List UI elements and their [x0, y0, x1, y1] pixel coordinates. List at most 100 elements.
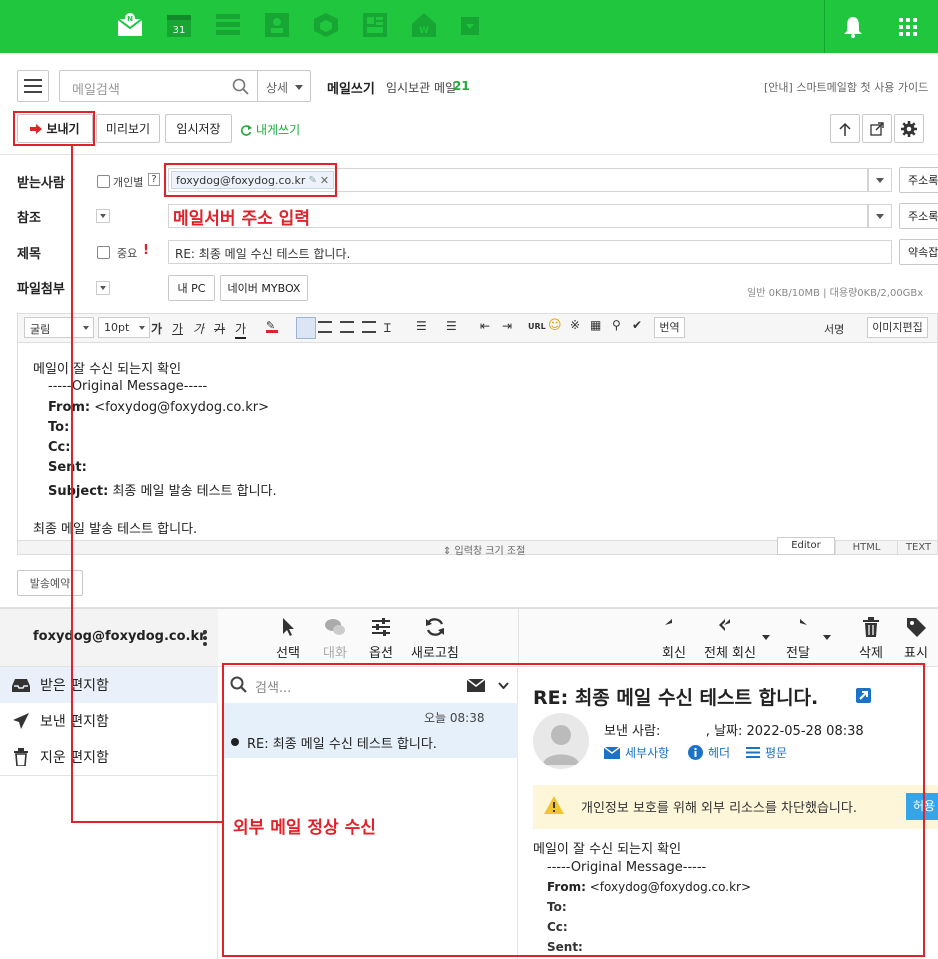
outdent-icon[interactable]: ⇤	[480, 319, 490, 333]
schedule-send-button[interactable]: 발송예약	[17, 570, 83, 596]
mail-search-input[interactable]: 메일검색	[72, 79, 120, 98]
preview-button[interactable]: 미리보기	[96, 114, 160, 143]
subject-input[interactable]: RE: 최종 메일 수신 테스트 합니다.	[168, 240, 892, 264]
inbox-icon	[12, 679, 30, 692]
contacts-app-icon[interactable]	[264, 12, 290, 38]
bullet-list-icon[interactable]: ☰	[446, 319, 457, 333]
save-draft-button[interactable]: 임시저장	[165, 114, 232, 143]
strikethrough-button[interactable]: 가	[214, 320, 225, 337]
find-icon[interactable]: ⚲	[612, 318, 621, 332]
scroll-top-button[interactable]	[830, 114, 860, 143]
signature-button[interactable]: 서명	[824, 321, 844, 337]
my-pc-button[interactable]: 내 PC	[168, 275, 215, 301]
drafts-link[interactable]: 임시보관 메일	[386, 79, 456, 96]
important-mark: !	[143, 243, 149, 258]
detail-search-button[interactable]: 상세	[266, 79, 288, 96]
to-dropdown-button[interactable]	[868, 168, 892, 192]
mybox-button[interactable]: 네이버 MYBOX	[220, 275, 308, 301]
mail-search-box: 메일검색 상세	[59, 70, 311, 102]
account-menu-icon[interactable]	[203, 629, 207, 647]
cc-dropdown-button[interactable]	[868, 204, 892, 228]
folder-deleted[interactable]: 지운 편지함	[0, 739, 218, 775]
refresh-tool-label: 새로고침	[411, 646, 459, 661]
hdr-sent-label: Sent:	[48, 460, 87, 475]
reply-all-button[interactable]: 전체 회신	[704, 616, 756, 661]
forward-button[interactable]: 전달	[786, 616, 810, 661]
attach-toggle-button[interactable]	[96, 281, 110, 295]
font-family-value: 굴림	[30, 323, 51, 336]
important-checkbox[interactable]	[97, 246, 110, 259]
editor-resize-bar[interactable]: ⇕ 입력창 크기 조절 Editor HTML TEXT	[17, 537, 938, 557]
cc-address-book-button[interactable]: 주소록	[899, 203, 938, 229]
todo-list-app-icon[interactable]	[215, 12, 241, 38]
mark-button[interactable]: 표시	[904, 616, 928, 661]
forward-icon	[799, 619, 807, 625]
topbar-divider	[824, 0, 825, 53]
calendar-app-icon[interactable]: 31	[166, 12, 192, 38]
tab-text[interactable]: TEXT	[897, 541, 938, 555]
delete-button[interactable]: 삭제	[859, 616, 883, 661]
tab-editor[interactable]: Editor	[777, 537, 835, 555]
folder-sent[interactable]: 보낸 편지함	[0, 703, 218, 739]
settings-button[interactable]	[894, 114, 924, 143]
align-center-icon[interactable]	[318, 321, 332, 333]
folder-inbox[interactable]: 받은 편지함	[0, 667, 218, 703]
line-height-icon[interactable]: Ɪ	[384, 319, 391, 336]
box-app-icon[interactable]	[313, 12, 339, 38]
chevron-down-icon[interactable]	[762, 635, 770, 640]
align-right-icon[interactable]	[340, 321, 354, 333]
more-apps-icon[interactable]	[460, 16, 480, 36]
office-app-icon[interactable]	[362, 12, 388, 38]
bold-button[interactable]: 가	[151, 320, 162, 337]
search-icon[interactable]	[232, 78, 249, 95]
underline-button[interactable]: 가	[172, 320, 183, 337]
link-url-icon[interactable]: URL	[528, 322, 546, 331]
font-color-button[interactable]: 가	[235, 320, 247, 339]
individual-checkbox[interactable]	[97, 175, 110, 188]
options-tool-button[interactable]: 옵션	[369, 616, 393, 661]
spellcheck-icon[interactable]: ✔	[632, 318, 642, 332]
individual-label: 개인별	[113, 176, 144, 189]
align-left-icon[interactable]	[296, 317, 316, 339]
table-icon[interactable]: ▦	[590, 318, 601, 332]
editor-body[interactable]: 메일이 잘 수신 되는지 확인 -----Original Message---…	[17, 343, 938, 541]
chevron-down-icon	[876, 178, 884, 183]
appointment-button[interactable]: 약속잡	[899, 239, 938, 265]
menu-button[interactable]	[17, 70, 49, 102]
annotation-connector-vertical	[71, 145, 73, 823]
annotation-connector-horizontal	[71, 821, 224, 823]
mail-app-icon[interactable]: N	[117, 12, 143, 38]
popout-button[interactable]	[862, 114, 892, 143]
app-grid-icon[interactable]	[895, 14, 921, 40]
conversation-tool-button[interactable]: 대화	[323, 616, 347, 661]
home-w-app-icon[interactable]: W	[411, 12, 437, 38]
options-tool-label: 옵션	[369, 646, 393, 661]
font-size-select[interactable]: 10pt	[98, 317, 150, 338]
folder-inbox-label: 받은 편지함	[40, 678, 109, 694]
cc-toggle-button[interactable]	[96, 209, 110, 223]
numbered-list-icon[interactable]: ☰	[416, 319, 427, 333]
svg-text:N: N	[127, 15, 133, 23]
address-book-button[interactable]: 주소록	[899, 167, 938, 193]
select-tool-button[interactable]: 선택	[276, 616, 300, 661]
special-char-icon[interactable]: ※	[570, 318, 580, 332]
refresh-tool-button[interactable]: 새로고침	[411, 616, 459, 661]
help-icon[interactable]: ?	[148, 173, 160, 186]
tab-html[interactable]: HTML	[835, 541, 897, 555]
highlight-color-icon[interactable]: ✎	[266, 319, 278, 333]
bell-icon[interactable]	[840, 14, 866, 40]
translate-button[interactable]: 번역	[654, 317, 685, 338]
body-subject-row: Subject: 최종 메일 발송 테스트 합니다.	[48, 480, 277, 499]
mark-label: 표시	[904, 646, 928, 661]
emoticon-icon[interactable]: ☺	[548, 318, 562, 333]
search-divider	[257, 71, 258, 101]
image-edit-button[interactable]: 이미지편집	[867, 317, 928, 338]
align-justify-icon[interactable]	[362, 321, 376, 333]
font-family-select[interactable]: 굴림	[24, 317, 94, 338]
indent-icon[interactable]: ⇥	[502, 319, 512, 333]
send-to-me-button[interactable]: 내게쓰기	[240, 121, 300, 138]
guide-link[interactable]: [안내] 스마트메일함 첫 사용 가이드	[764, 79, 928, 95]
reply-button[interactable]: 회신	[662, 616, 686, 661]
italic-button[interactable]: 가	[193, 320, 204, 337]
chevron-down-icon[interactable]	[823, 635, 831, 640]
